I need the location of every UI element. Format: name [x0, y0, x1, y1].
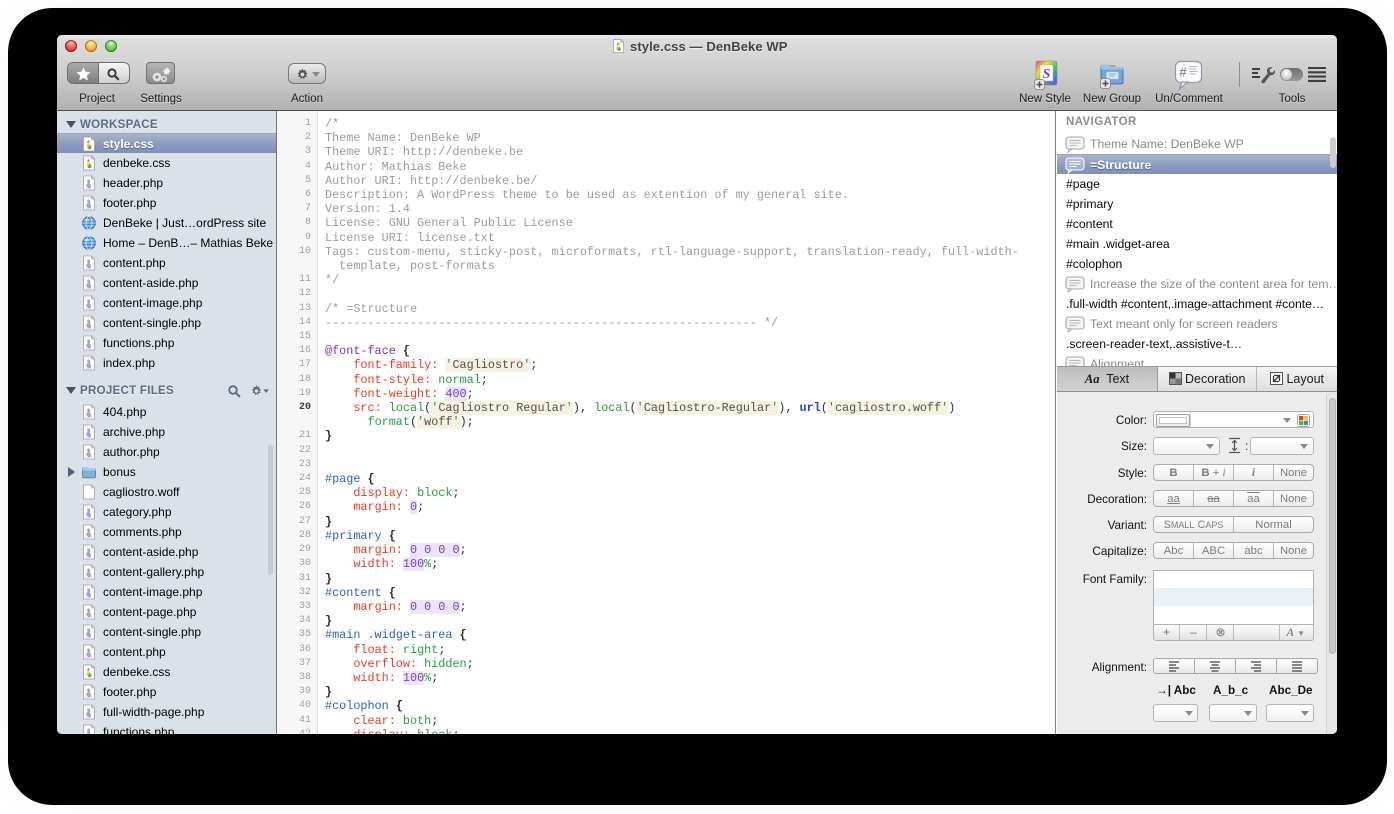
svg-text:#: # [1179, 65, 1187, 80]
